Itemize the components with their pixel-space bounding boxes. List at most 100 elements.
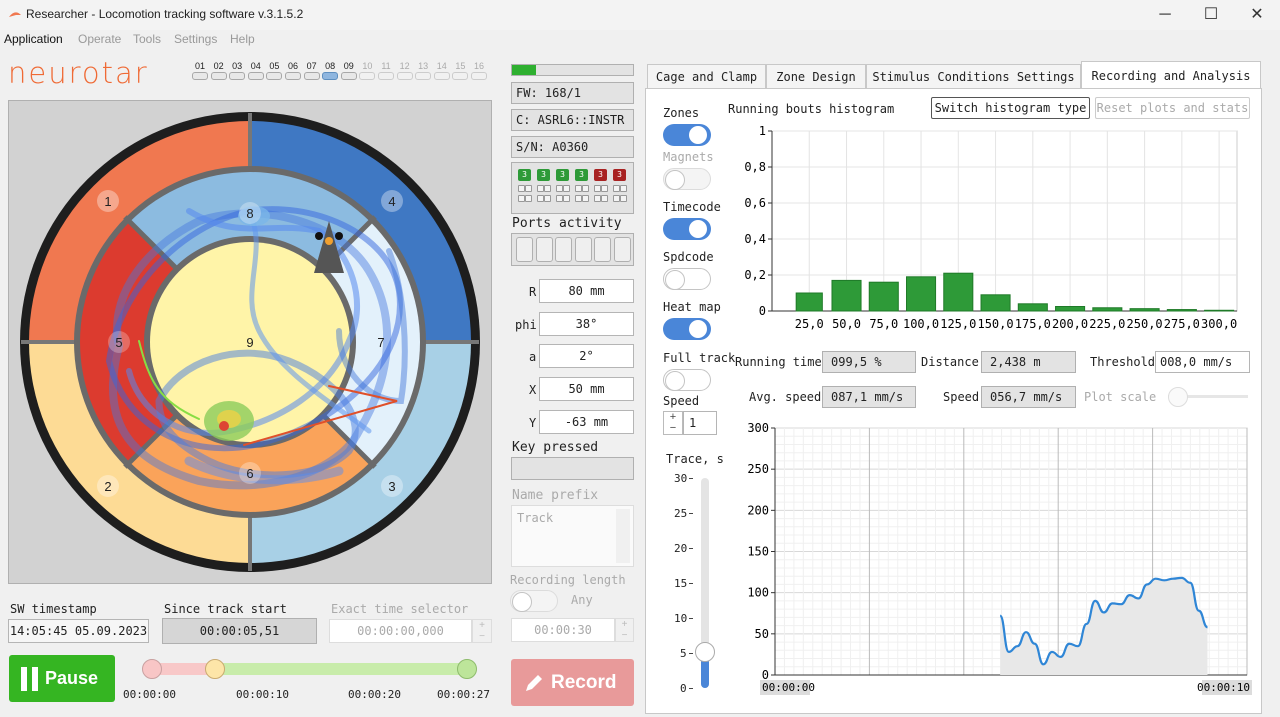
port-toggle-06[interactable] <box>285 72 301 80</box>
maximize-button[interactable]: ☐ <box>1188 0 1234 30</box>
port-toggle-10[interactable] <box>359 72 376 80</box>
menu-tools[interactable]: Tools <box>133 32 161 46</box>
name-prefix-scrollbar[interactable] <box>616 509 630 563</box>
port-toggle-11[interactable] <box>378 72 394 80</box>
close-button[interactable]: ✕ <box>1234 0 1280 30</box>
port-pin-icon <box>620 185 627 192</box>
timecode-toggle[interactable] <box>663 218 711 240</box>
port-number-03: 03 <box>232 61 243 71</box>
pencil-icon <box>526 675 542 691</box>
port-toggle-08[interactable] <box>322 72 339 80</box>
port-toggle-07[interactable] <box>303 72 320 80</box>
port-pin-icon <box>575 185 582 192</box>
port-toggle-13[interactable] <box>415 72 432 80</box>
exact-time-spinner[interactable]: + − <box>472 619 492 643</box>
menu-operate[interactable]: Operate <box>78 32 121 46</box>
toggle-label-timecode: Timecode <box>663 200 721 214</box>
pause-button[interactable]: Pause <box>9 655 115 702</box>
timeline-tick-1: 00:00:10 <box>236 688 289 701</box>
animal-eye-left <box>315 232 323 240</box>
port-toggle-09[interactable] <box>340 72 357 80</box>
timeline-start-handle[interactable] <box>142 659 162 679</box>
tab-stimulus-conditions[interactable]: Stimulus Conditions Settings <box>866 64 1081 88</box>
timeline-slider[interactable] <box>142 659 477 679</box>
trace-tick-0: 0 <box>680 682 687 695</box>
speed-trace-chart: 0 50 100 150 200 250 300 00:00:00 00:00:10 <box>747 421 1252 695</box>
port-toggle-15[interactable] <box>452 72 469 80</box>
running-bouts-histogram: 25,0 50,0 75,0 100,0 125,0 150,0 175,0 200,0 225… <box>744 124 1238 331</box>
recording-length-any-toggle[interactable] <box>510 590 558 612</box>
speed-input[interactable]: 1 <box>683 411 717 435</box>
animal-head-dot <box>325 237 333 245</box>
recording-length-input[interactable]: 00:00:30 <box>511 618 615 642</box>
port-toggle-05[interactable] <box>266 72 283 80</box>
connection-progress-fill <box>512 65 537 75</box>
zone-label-8: 8 <box>246 206 253 221</box>
tab-cage-and-clamp[interactable]: Cage and Clamp <box>647 64 766 88</box>
arena-canvas: 1 2 3 4 5 6 7 8 9 <box>20 112 480 572</box>
menu-settings[interactable]: Settings <box>174 32 217 46</box>
zones-toggle[interactable] <box>663 124 711 146</box>
zone-label-1: 1 <box>104 194 111 209</box>
trace-label: Trace, s <box>666 452 724 466</box>
port-number-11: 11 <box>381 61 391 71</box>
histogram-x-tick: 200,0 <box>1052 317 1088 331</box>
reset-plots-button[interactable]: Reset plots and stats <box>1095 97 1250 119</box>
arena-view[interactable]: 1 2 3 4 5 6 7 8 9 <box>8 100 492 584</box>
port-toggle-12[interactable] <box>396 72 413 80</box>
window-title: Researcher - Locomotion tracking softwar… <box>26 7 304 21</box>
animal-eye-right <box>335 232 343 240</box>
spdcode-toggle[interactable] <box>663 268 711 290</box>
since-track-start-label: Since track start <box>164 602 287 616</box>
avg-speed-field: 087,1 mm/s <box>822 386 916 408</box>
tab-recording-and-analysis[interactable]: Recording and Analysis <box>1081 61 1261 89</box>
histogram-y-tick: 0,6 <box>744 196 766 210</box>
port-pin-icon <box>556 185 563 192</box>
key-pressed-label: Key pressed <box>512 440 599 455</box>
sw-timestamp-label: SW timestamp <box>10 602 97 616</box>
port-number-10: 10 <box>362 61 373 71</box>
port-pin-icon <box>537 185 544 192</box>
tab-zone-design[interactable]: Zone Design <box>766 64 866 88</box>
port-indicator-5: 3 <box>594 169 607 181</box>
heat-map-toggle[interactable] <box>663 318 711 340</box>
port-toggle-01[interactable] <box>192 72 208 80</box>
switch-histogram-type-button[interactable]: Switch histogram type <box>931 97 1090 119</box>
menu-application[interactable]: Application <box>4 32 63 46</box>
trace-x-tick: 00:00:10 <box>1197 681 1250 694</box>
speed-spinner[interactable]: + − <box>663 411 683 435</box>
connection-progress <box>511 64 634 76</box>
trace-y-tick: 100 <box>747 586 769 600</box>
trace-tick-5: 5 <box>680 647 687 660</box>
port-pin-icon <box>613 195 620 202</box>
port-toggle-14[interactable] <box>433 72 450 80</box>
port-pin-icon <box>613 185 620 192</box>
histogram-bar-150 <box>980 294 1011 312</box>
port-pin-icon <box>537 195 544 202</box>
speed-label: Speed <box>663 394 700 408</box>
magnets-toggle[interactable] <box>663 168 711 190</box>
timeline-end-handle[interactable] <box>457 659 477 679</box>
speed-minus[interactable]: − <box>670 422 676 434</box>
port-number-01: 01 <box>194 61 205 71</box>
menu-help[interactable]: Help <box>230 32 255 46</box>
plot-scale-slider[interactable] <box>1168 387 1248 407</box>
trace-tick-10: 10 <box>674 612 688 625</box>
port-number-09: 09 <box>343 61 354 71</box>
port-toggle-02[interactable] <box>210 72 227 80</box>
threshold-input[interactable]: 008,0 mm/s <box>1155 351 1250 373</box>
trace-slider-handle[interactable] <box>695 642 715 662</box>
exact-time-selector-input[interactable]: 00:00:00,000 <box>329 619 472 643</box>
port-toggle-04[interactable] <box>247 72 264 80</box>
record-button[interactable]: Record <box>511 659 634 706</box>
port-toggle-16[interactable] <box>471 72 487 80</box>
minimize-button[interactable]: ─ <box>1142 0 1188 30</box>
full-track-toggle[interactable] <box>663 369 711 391</box>
plot-scale-handle[interactable] <box>1168 387 1188 407</box>
name-prefix-input[interactable]: Track <box>511 505 634 567</box>
recording-length-spinner[interactable]: + − <box>615 618 634 642</box>
timeline-position-handle[interactable] <box>205 659 226 679</box>
trace-slider[interactable] <box>695 478 715 688</box>
port-toggle-03[interactable] <box>229 72 246 80</box>
pause-icon <box>21 667 27 691</box>
